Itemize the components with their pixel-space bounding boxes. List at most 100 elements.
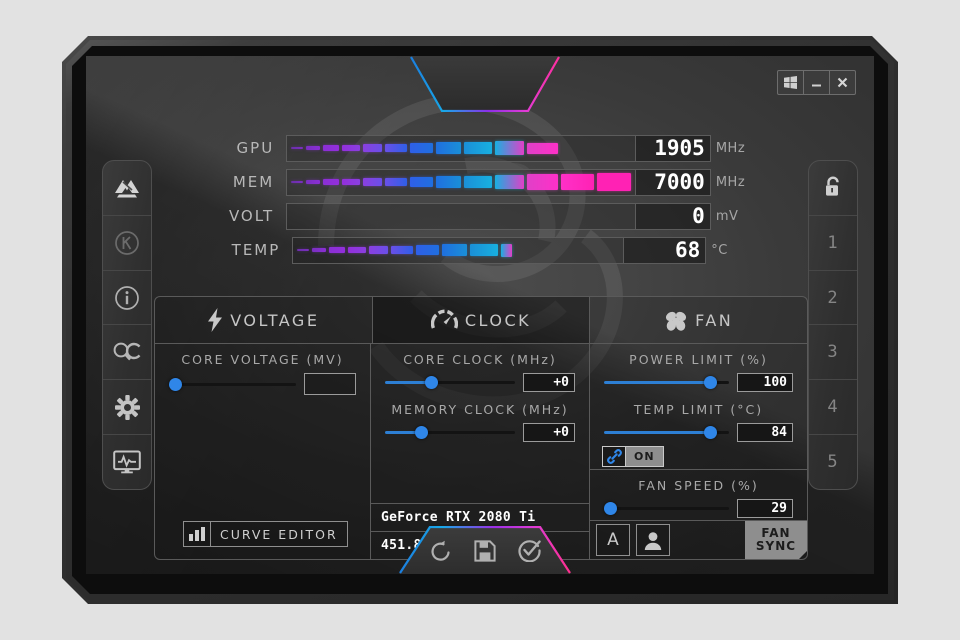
gauge-icon: [430, 309, 458, 329]
level-segment: [341, 144, 360, 152]
profile-slot-5[interactable]: 5: [809, 435, 857, 489]
memory-clock-slider[interactable]: [385, 426, 515, 440]
monitor-row-volt: VOLT 0 mV: [218, 202, 758, 230]
notch-neon-outline: [410, 56, 560, 112]
curve-editor-button[interactable]: CURVE EDITOR: [183, 521, 348, 547]
fan-speed-value[interactable]: 29: [737, 499, 793, 518]
profiles-toolbar: 1 2 3 4 5: [808, 160, 858, 490]
core-voltage-label: CORE VOLTAGE (MV): [181, 352, 344, 367]
profile-label: 3: [827, 342, 839, 363]
core-voltage-value[interactable]: [304, 373, 356, 395]
level-segment: [470, 243, 498, 257]
fan-mode-buttons: A FAN SYNC: [590, 520, 807, 559]
save-floppy-icon: [473, 539, 496, 562]
temp-value: 68: [624, 236, 707, 264]
windows-logo-icon[interactable]: [778, 71, 804, 94]
mem-value: 7000: [636, 168, 711, 196]
sidebar-item-msi-dragon[interactable]: [103, 161, 151, 216]
info-icon: [115, 285, 139, 310]
level-segment: [415, 244, 440, 256]
user-icon: [644, 531, 662, 550]
minimize-button[interactable]: [804, 71, 830, 94]
unlock-icon: [826, 176, 839, 197]
level-segment: [291, 146, 304, 150]
tab-clock[interactable]: CLOCK: [372, 297, 591, 343]
fan-speed-slider[interactable]: [604, 502, 729, 516]
level-segment: [323, 179, 339, 185]
profile-slot-4[interactable]: 4: [809, 380, 857, 436]
action-bar: [399, 526, 571, 574]
temp-limit-value[interactable]: 84: [737, 423, 793, 442]
profile-slot-3[interactable]: 3: [809, 325, 857, 381]
level-segment: [362, 178, 383, 186]
level-segment: [596, 173, 632, 191]
profile-slot-1[interactable]: 1: [809, 216, 857, 271]
level-segment: [363, 212, 383, 220]
level-segment: [323, 145, 339, 151]
level-segment: [409, 142, 434, 154]
profile-lock-button[interactable]: [809, 161, 857, 216]
profile-slot-2[interactable]: 2: [809, 271, 857, 326]
level-segment: [561, 140, 594, 157]
profile-label: 5: [827, 452, 839, 473]
monitor-label: GPU: [236, 139, 275, 157]
reset-button[interactable]: [430, 540, 452, 567]
power-limit-value[interactable]: 100: [737, 373, 793, 392]
level-segment: [306, 146, 321, 150]
fan-auto-label: A: [607, 530, 619, 550]
sidebar-item-oc-scanner[interactable]: [103, 325, 151, 381]
monitor-readouts: GPU 1905 MHz MEM 7000 MHz VOLT 0 mV TEMP: [218, 134, 758, 270]
profile-label: 4: [827, 397, 839, 418]
volt-unit: mV: [715, 208, 739, 224]
fan-speed-control: FAN SPEED (%) 29: [590, 470, 807, 520]
close-button[interactable]: [830, 71, 855, 94]
core-clock-control: CORE CLOCK (MHz) +0: [371, 344, 589, 394]
profile-label: 1: [827, 232, 839, 253]
sidebar-item-monitoring[interactable]: [103, 435, 151, 489]
level-segment: [526, 174, 558, 190]
msi-dragon-icon: [115, 179, 139, 198]
apply-button[interactable]: [517, 539, 541, 567]
level-segment: [348, 246, 366, 254]
curve-editor-label: CURVE EDITOR: [220, 526, 338, 542]
fan-column: POWER LIMIT (%) 100 TEMP LIMIT (°C) 84 O…: [590, 344, 807, 559]
memory-clock-label: MEMORY CLOCK (MHz): [391, 402, 569, 417]
power-limit-slider[interactable]: [604, 376, 729, 390]
fan-speed-label: FAN SPEED (%): [638, 478, 759, 493]
close-icon: [837, 77, 848, 88]
fan-sync-button[interactable]: FAN SYNC: [745, 521, 807, 559]
level-segment: [560, 173, 594, 191]
monitor-row-gpu: GPU 1905 MHz: [218, 134, 758, 162]
tab-bar: VOLTAGE CLOCK FAN: [155, 297, 807, 344]
memory-clock-value[interactable]: +0: [523, 423, 575, 442]
temp-limit-slider[interactable]: [604, 426, 729, 440]
sidebar-item-kombustor[interactable]: [103, 216, 151, 271]
fan-auto-button[interactable]: A: [596, 524, 630, 556]
core-clock-value[interactable]: +0: [523, 373, 575, 392]
level-segment: [312, 248, 327, 252]
level-segment: [464, 141, 492, 155]
sidebar-item-info[interactable]: [103, 271, 151, 326]
settings-gear-icon: [114, 394, 140, 420]
tab-fan[interactable]: FAN: [590, 297, 807, 343]
core-clock-slider[interactable]: [385, 376, 515, 390]
power-limit-control: POWER LIMIT (%) 100: [590, 344, 807, 394]
fan-user-button[interactable]: [636, 524, 670, 556]
level-segment: [436, 142, 462, 154]
tab-label: FAN: [695, 310, 734, 330]
limit-link-toggle[interactable]: ON: [602, 446, 807, 467]
gpu-level-bar: [286, 134, 637, 162]
temp-unit: °C: [711, 242, 728, 258]
level-segment: [585, 241, 620, 259]
save-button[interactable]: [473, 539, 496, 567]
level-segment: [306, 214, 320, 218]
core-voltage-slider[interactable]: [169, 377, 296, 391]
chain-glyph: [606, 449, 622, 464]
level-segment: [494, 140, 524, 156]
level-segment: [297, 248, 310, 252]
sidebar-item-settings[interactable]: [103, 380, 151, 436]
tab-voltage[interactable]: VOLTAGE: [155, 297, 373, 343]
link-toggle-state: ON: [626, 446, 664, 467]
level-segment: [391, 245, 413, 255]
lightning-bolt-icon: [208, 308, 223, 332]
